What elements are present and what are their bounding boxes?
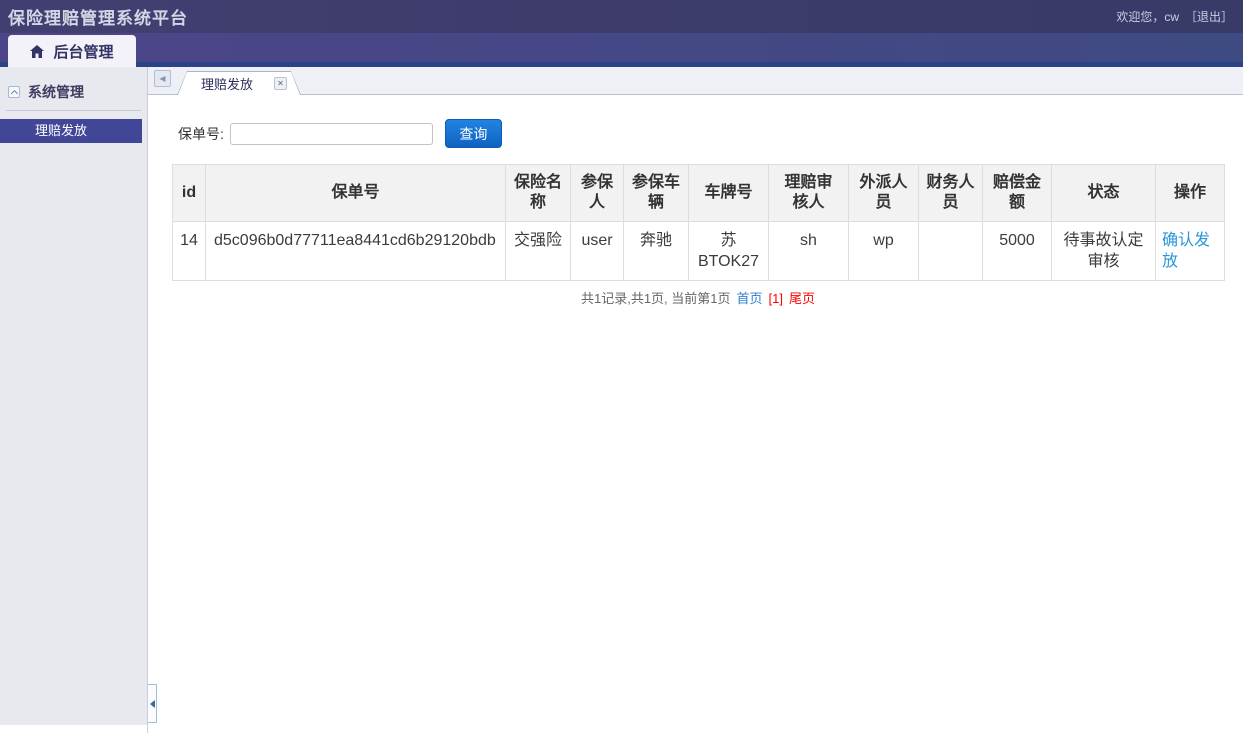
col-header-claim-auditor: 理赔审 核人 <box>768 164 849 222</box>
cell-plate-no: 苏BTOK27 <box>688 221 769 281</box>
sidebar-item-claim-distribution[interactable]: 理赔发放 <box>0 119 142 143</box>
col-header-finance-staff: 财务人 员 <box>918 164 983 222</box>
search-form: 保单号: 查询 <box>178 119 1243 148</box>
sidebar-group-label: 系统管理 <box>28 84 84 100</box>
sidebar-divider <box>6 110 141 111</box>
tab-claim-distribution[interactable]: 理赔发放 ✕ <box>177 71 301 95</box>
nav-tab-backend-admin[interactable]: 后台管理 <box>8 35 136 67</box>
col-header-status: 状态 <box>1051 164 1156 222</box>
policy-number-label: 保单号: <box>178 125 224 142</box>
cell-finance-staff <box>918 221 983 281</box>
tab-strip: ◀ 理赔发放 ✕ <box>148 67 1243 95</box>
logout-link[interactable]: ［退出］ <box>1185 8 1233 25</box>
col-header-plate-no: 车牌号 <box>688 164 769 222</box>
cell-action: 确认发放 <box>1155 221 1225 281</box>
pagination: 共1记录,共1页, 当前第1页 首页 [1] 尾页 <box>172 288 1224 307</box>
cell-status: 待事故认定审核 <box>1051 221 1156 281</box>
cell-insured-vehicle: 奔驰 <box>623 221 689 281</box>
table-row: 14 d5c096b0d77711ea8441cd6b29120bdb 交强险 … <box>172 221 1225 281</box>
col-header-insured-person: 参保 人 <box>570 164 624 222</box>
top-header-bar: 保险理赔管理系统平台 欢迎您，cw ［退出］ <box>0 0 1243 33</box>
col-header-id: id <box>172 164 206 222</box>
tab-close-icon[interactable]: ✕ <box>274 76 287 90</box>
table-header-row: id 保单号 保险名 称 参保 人 参保车 辆 车牌号 理赔审 核人 外派人 员… <box>172 164 1225 222</box>
tab-label: 理赔发放 <box>201 76 254 92</box>
cell-id: 14 <box>172 221 206 281</box>
col-header-action: 操作 <box>1155 164 1225 222</box>
pagination-first-link[interactable]: 首页 <box>737 291 763 306</box>
nav-tab-label: 后台管理 <box>53 43 114 61</box>
collapse-icon[interactable] <box>8 86 20 98</box>
col-header-policy-no: 保单号 <box>205 164 506 222</box>
collapse-left-arrow-icon <box>149 699 155 708</box>
pagination-current-page[interactable]: [1] <box>769 291 783 306</box>
sidebar: 系统管理 理赔发放 <box>0 67 148 733</box>
cell-compensation: 5000 <box>982 221 1052 281</box>
cell-dispatch-staff: wp <box>848 221 919 281</box>
cell-policy-no: d5c096b0d77711ea8441cd6b29120bdb <box>205 221 506 281</box>
pagination-summary: 共1记录,共1页, 当前第1页 <box>580 291 731 306</box>
tabs-scroll-left-button[interactable]: ◀ <box>154 70 171 87</box>
welcome-text: 欢迎您，cw <box>1116 10 1179 24</box>
col-header-compensation: 赔偿金 额 <box>982 164 1052 222</box>
nav-bar: 后台管理 <box>0 33 1243 67</box>
sidebar-group-system-management[interactable]: 系统管理 <box>0 79 147 110</box>
cell-insurance-name: 交强险 <box>505 221 571 281</box>
pagination-last-link[interactable]: 尾页 <box>789 291 815 306</box>
home-icon <box>30 44 45 58</box>
col-header-insured-vehicle: 参保车 辆 <box>623 164 689 222</box>
col-header-dispatch-staff: 外派人 员 <box>848 164 919 222</box>
claims-table: id 保单号 保险名 称 参保 人 参保车 辆 车牌号 理赔审 核人 外派人 员… <box>172 164 1225 281</box>
cell-insured-person: user <box>570 221 624 281</box>
policy-number-input[interactable] <box>229 122 433 145</box>
sidebar-collapse-handle[interactable] <box>148 684 157 723</box>
main-content: ◀ 理赔发放 ✕ 保单号: 查询 id 保单号 保险名 称 参保 人 参保车 辆… <box>148 67 1243 733</box>
app-title: 保险理赔管理系统平台 <box>8 9 188 28</box>
query-button[interactable]: 查询 <box>444 119 502 148</box>
confirm-distribution-link[interactable]: 确认发放 <box>1162 232 1210 270</box>
col-header-insurance-name: 保险名 称 <box>505 164 571 222</box>
cell-claim-auditor: sh <box>768 221 849 281</box>
